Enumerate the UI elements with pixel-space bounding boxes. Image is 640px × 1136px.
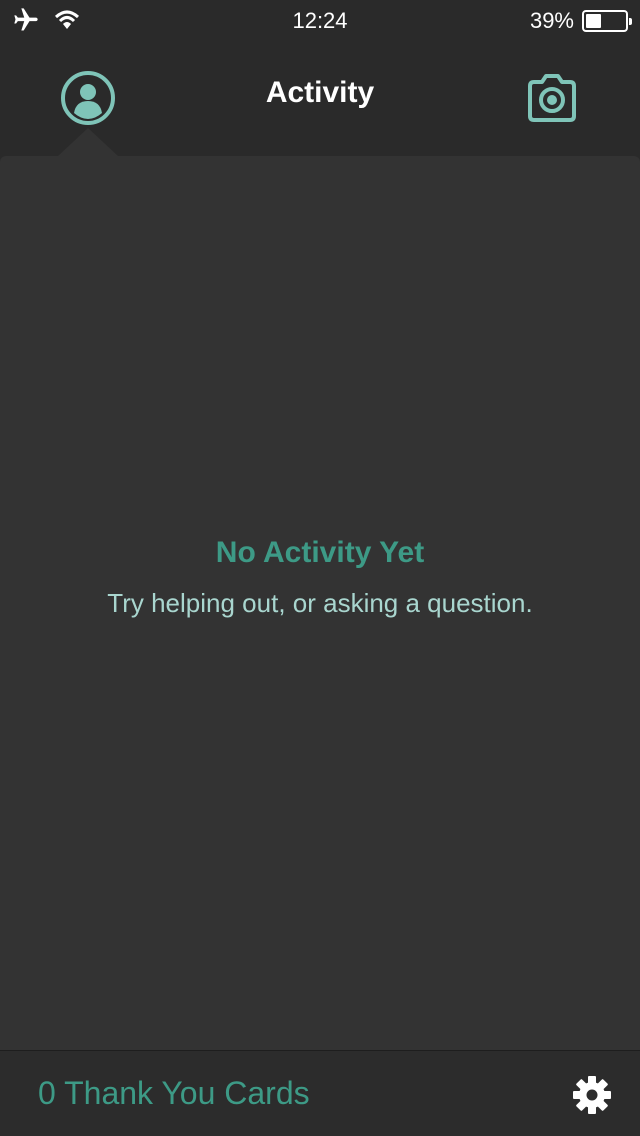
battery-icon [582,10,632,32]
activity-screen: 12:24 39% Activity No Activity Yet Try h… [0,0,640,1136]
activity-feed: No Activity Yet Try helping out, or aski… [0,156,640,1050]
camera-button[interactable] [522,68,582,128]
battery-percentage: 39% [529,8,574,33]
settings-button[interactable] [572,1075,612,1115]
empty-state-subtitle: Try helping out, or asking a question. [107,588,533,618]
camera-icon [522,74,582,132]
status-right: 39% [529,8,632,34]
gear-icon [572,1076,612,1119]
empty-state-title: No Activity Yet [215,536,425,569]
status-bar: 12:24 39% [0,0,640,40]
battery-fill [586,14,601,28]
thank-you-cards-link[interactable]: 0 Thank You Cards [38,1075,310,1112]
profile-caret [58,128,118,156]
footer-bar: 0 Thank You Cards [0,1050,640,1136]
